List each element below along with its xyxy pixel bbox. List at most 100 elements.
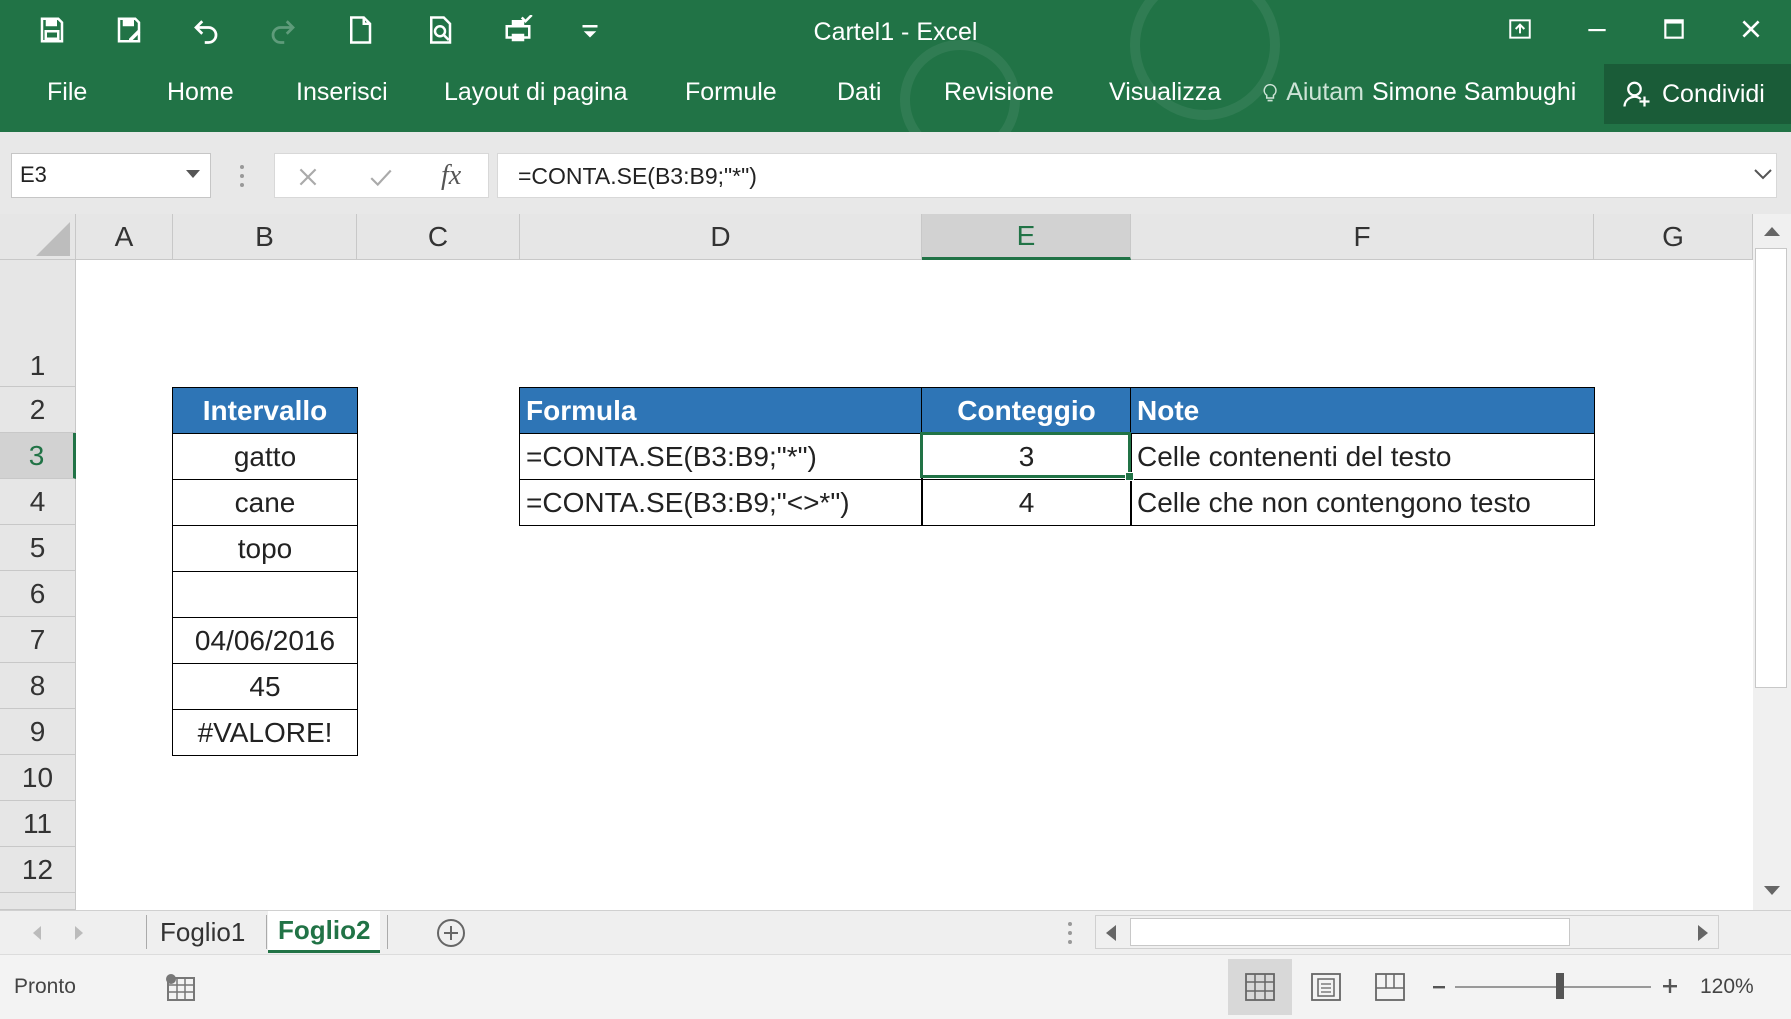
tell-me-search[interactable]: Aiutam: [1260, 78, 1364, 107]
tab-page-layout[interactable]: Layout di pagina: [444, 78, 627, 107]
previous-sheet-icon[interactable]: [30, 925, 44, 941]
zoom-slider-track[interactable]: [1455, 986, 1651, 988]
sheet-tab-foglio1[interactable]: Foglio1: [150, 911, 255, 953]
column-header-a[interactable]: A: [76, 214, 173, 260]
normal-view-button[interactable]: [1228, 959, 1292, 1015]
row-header-6[interactable]: 6: [0, 571, 76, 617]
tab-formulas[interactable]: Formule: [685, 78, 777, 107]
macro-recording-icon[interactable]: [165, 973, 197, 1003]
add-sheet-icon[interactable]: [435, 917, 467, 949]
results-count-cell[interactable]: 3: [921, 433, 1132, 480]
results-note-cell[interactable]: Celle contenenti del testo: [1130, 433, 1595, 480]
chevron-down-icon[interactable]: [186, 170, 200, 178]
results-header-note[interactable]: Note: [1130, 387, 1595, 434]
range-cell[interactable]: 04/06/2016: [172, 617, 358, 664]
zoom-in-icon[interactable]: [1661, 977, 1679, 995]
formula-bar: E3 fx =CONTA.SE(B3:B9;"*"): [0, 132, 1791, 214]
expand-formula-bar-icon[interactable]: [1752, 166, 1774, 182]
row-header-5[interactable]: 5: [0, 525, 76, 571]
range-cell[interactable]: [172, 571, 358, 618]
formula-bar-buttons: fx: [274, 153, 489, 198]
row-header-2[interactable]: 2: [0, 387, 76, 433]
results-note-cell[interactable]: Celle che non contengono testo: [1130, 479, 1595, 526]
range-cell[interactable]: gatto: [172, 433, 358, 480]
row-header-8[interactable]: 8: [0, 663, 76, 709]
results-header-formula[interactable]: Formula: [519, 387, 923, 434]
row-header-13-partial[interactable]: [0, 893, 76, 910]
row-header-10[interactable]: 10: [0, 755, 76, 801]
status-bar: Pronto 120%: [0, 954, 1791, 1019]
zoom-slider-thumb[interactable]: [1556, 973, 1564, 999]
tab-data[interactable]: Dati: [837, 78, 881, 107]
tab-divider: [146, 915, 147, 949]
column-header-b[interactable]: B: [173, 214, 357, 260]
row-header-3[interactable]: 3: [0, 433, 76, 479]
row-header-11[interactable]: 11: [0, 801, 76, 847]
zoom-out-icon[interactable]: [1432, 979, 1446, 995]
sheet-tab-foglio2[interactable]: Foglio2: [268, 911, 381, 953]
results-count-cell[interactable]: 4: [921, 479, 1132, 526]
insert-function-icon[interactable]: fx: [441, 160, 461, 192]
column-header-f[interactable]: F: [1131, 214, 1594, 260]
worksheet-grid[interactable]: A B C D E F G 1 2 3 4 5 6 7 8 9 10 11 12…: [0, 214, 1791, 910]
column-header-e[interactable]: E: [922, 214, 1131, 260]
minimize-icon[interactable]: [1562, 6, 1632, 52]
name-box[interactable]: E3: [11, 153, 211, 198]
tab-review[interactable]: Revisione: [944, 78, 1054, 107]
tab-divider: [266, 915, 267, 949]
column-header-c[interactable]: C: [357, 214, 520, 260]
range-cell[interactable]: 45: [172, 663, 358, 710]
range-cell[interactable]: #VALORE!: [172, 709, 358, 756]
title-bar: Cartel1 - Excel File Home Inserisci Layo…: [0, 0, 1791, 160]
cancel-icon[interactable]: [295, 164, 321, 190]
page-layout-view-button[interactable]: [1294, 959, 1358, 1015]
formula-bar-grip-icon[interactable]: [238, 164, 246, 193]
scroll-up-icon[interactable]: [1762, 224, 1782, 238]
fill-handle[interactable]: [1125, 472, 1134, 481]
status-text: Pronto: [14, 975, 76, 998]
enter-check-icon[interactable]: [367, 164, 395, 190]
column-header-g[interactable]: G: [1594, 214, 1753, 260]
tab-view[interactable]: Visualizza: [1109, 78, 1221, 107]
horizontal-scroll-thumb[interactable]: [1130, 918, 1570, 946]
scroll-right-icon[interactable]: [1696, 924, 1710, 942]
page-break-view-button[interactable]: [1358, 959, 1422, 1015]
tab-divider: [387, 915, 388, 949]
scroll-down-icon[interactable]: [1762, 884, 1782, 898]
tell-me-label: Aiutam: [1286, 78, 1364, 106]
lightbulb-icon: [1263, 83, 1277, 101]
horizontal-scrollbar[interactable]: [1095, 915, 1719, 949]
range-table-header[interactable]: Intervallo: [172, 387, 358, 434]
tab-split-grip-icon[interactable]: [1066, 921, 1074, 945]
results-header-count[interactable]: Conteggio: [921, 387, 1132, 434]
formula-input[interactable]: =CONTA.SE(B3:B9;"*"): [497, 153, 1777, 198]
tab-file[interactable]: File: [47, 78, 87, 107]
row-header-7[interactable]: 7: [0, 617, 76, 663]
share-label: Condividi: [1662, 79, 1765, 108]
close-icon[interactable]: [1716, 6, 1786, 52]
page-layout-icon: [1311, 973, 1341, 1001]
scroll-left-icon[interactable]: [1104, 924, 1118, 942]
share-button[interactable]: Condividi: [1604, 64, 1791, 124]
zoom-level[interactable]: 120%: [1700, 975, 1754, 999]
results-formula-cell[interactable]: =CONTA.SE(B3:B9;"*"): [519, 433, 923, 480]
maximize-icon[interactable]: [1639, 6, 1709, 52]
grid-view-icon: [1245, 973, 1275, 1001]
tab-insert[interactable]: Inserisci: [296, 78, 388, 107]
tab-home[interactable]: Home: [167, 78, 234, 107]
select-all-corner[interactable]: [0, 214, 76, 260]
range-cell[interactable]: topo: [172, 525, 358, 572]
user-name[interactable]: Simone Sambughi: [1372, 78, 1576, 107]
column-header-d[interactable]: D: [520, 214, 922, 260]
row-header-1[interactable]: 1: [0, 260, 76, 387]
page-break-icon: [1375, 973, 1405, 1001]
row-header-4[interactable]: 4: [0, 479, 76, 525]
results-formula-cell[interactable]: =CONTA.SE(B3:B9;"<>*"): [519, 479, 923, 526]
row-header-9[interactable]: 9: [0, 709, 76, 755]
row-header-12[interactable]: 12: [0, 847, 76, 893]
vertical-scrollbar[interactable]: [1753, 214, 1791, 910]
range-cell[interactable]: cane: [172, 479, 358, 526]
next-sheet-icon[interactable]: [72, 925, 86, 941]
vertical-scroll-thumb[interactable]: [1755, 248, 1787, 688]
ribbon-display-options-icon[interactable]: [1485, 6, 1555, 52]
